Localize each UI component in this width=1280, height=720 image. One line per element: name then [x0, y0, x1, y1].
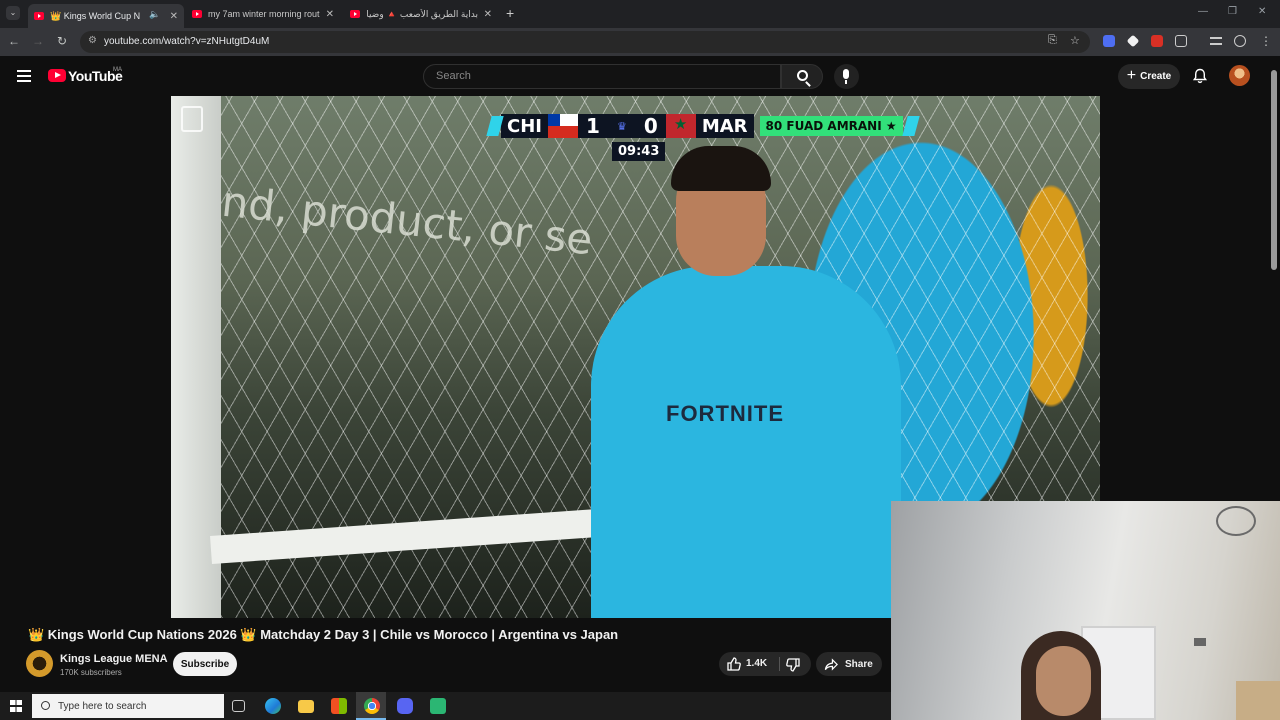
youtube-favicon-icon: [192, 10, 202, 18]
search-icon: [797, 70, 808, 81]
jersey-sponsor-text: FORTNITE: [666, 401, 784, 426]
close-tab-icon[interactable]: ✕: [484, 9, 492, 20]
create-label: Create: [1140, 71, 1172, 82]
search-button[interactable]: [781, 64, 823, 89]
wall-outlet: [1194, 638, 1206, 646]
reload-icon[interactable]: ↻: [54, 34, 70, 48]
restore-window-icon[interactable]: ❐: [1228, 6, 1237, 17]
new-tab-button[interactable]: +: [506, 5, 514, 21]
scoreboard: CHI 1 ♛ 0 MAR 80 FUAD AMRANI ★: [486, 114, 920, 138]
tab-morning-routine[interactable]: my 7am winter morning routin ✕: [186, 4, 340, 24]
account-avatar[interactable]: [1229, 65, 1250, 86]
tab-kings-world-cup[interactable]: 👑 Kings World Cup Natio 🔈 ✕: [28, 4, 184, 28]
home-team: CHI: [501, 114, 548, 138]
guide-menu-icon[interactable]: [17, 70, 31, 82]
edge-browser-icon[interactable]: [265, 698, 281, 714]
like-icon[interactable]: [726, 656, 742, 672]
chrome-browser-icon[interactable]: [364, 698, 380, 714]
morocco-flag-icon: [665, 114, 696, 138]
audio-playing-icon[interactable]: 🔈: [149, 9, 160, 20]
like-count[interactable]: 1.4K: [746, 658, 767, 669]
reading-list-icon[interactable]: [1210, 37, 1222, 45]
search-input[interactable]: [436, 70, 756, 82]
share-icon: [824, 657, 838, 671]
close-tab-icon[interactable]: ✕: [326, 9, 334, 20]
goal-event-banner: 80 FUAD AMRANI ★: [759, 116, 903, 136]
windows-start-icon[interactable]: [10, 700, 22, 712]
dislike-icon[interactable]: [785, 657, 801, 673]
subscribe-button[interactable]: Subscribe: [173, 652, 237, 676]
microsoft-store-icon[interactable]: [331, 698, 347, 714]
tab-title: my 7am winter morning routin: [208, 9, 320, 19]
voice-search-icon[interactable]: [834, 64, 859, 89]
extensions-puzzle-icon[interactable]: [1175, 35, 1187, 47]
discord-icon[interactable]: [397, 698, 413, 714]
away-score: 0: [635, 114, 666, 138]
subscriber-count: 170K subscribers: [60, 668, 122, 677]
search-icon: [41, 701, 50, 710]
like-divider: [779, 657, 780, 671]
extension-red-icon[interactable]: [1151, 35, 1163, 47]
youtube-masthead: YouTube MA + Create: [0, 56, 1280, 270]
match-clock: 09:43: [612, 142, 666, 161]
minimize-window-icon[interactable]: —: [1198, 6, 1208, 17]
streamer-face: [1036, 646, 1091, 716]
task-view-icon[interactable]: [232, 700, 245, 712]
tab-list-dropdown-icon[interactable]: ⌄: [6, 6, 20, 20]
tab-title: 👑 Kings World Cup Natio: [50, 10, 140, 21]
kings-league-watermark-icon: [181, 106, 203, 132]
goalkeeper-hair: [671, 146, 771, 191]
video-title: 👑 Kings World Cup Nations 2026 👑 Matchda…: [28, 627, 619, 642]
windows-taskbar: Type here to search: [0, 692, 891, 720]
back-icon[interactable]: ←: [6, 34, 22, 48]
url-text[interactable]: youtube.com/watch?v=zNHutgtD4uM: [104, 36, 269, 47]
search-box[interactable]: [423, 64, 781, 89]
youtube-logo-icon[interactable]: [48, 69, 66, 82]
extension-diamond-icon[interactable]: [1126, 34, 1140, 48]
extension-translate-icon[interactable]: [1103, 35, 1115, 47]
create-button[interactable]: + Create: [1118, 64, 1180, 89]
taskbar-search-box[interactable]: Type here to search: [32, 694, 224, 718]
chile-flag-icon: [547, 114, 578, 138]
share-button[interactable]: Share: [816, 652, 882, 676]
page-scrollbar[interactable]: [1271, 70, 1277, 270]
channel-name[interactable]: Kings League MENA: [60, 653, 168, 665]
like-dislike-group: 1.4K: [719, 652, 811, 676]
league-crest-icon: ♛: [607, 114, 636, 138]
channel-avatar[interactable]: [26, 650, 53, 677]
file-explorer-icon[interactable]: [298, 700, 314, 713]
youtube-favicon-icon: [34, 12, 44, 20]
close-window-icon[interactable]: ✕: [1258, 6, 1266, 17]
youtube-favicon-icon: [350, 10, 360, 18]
address-bar[interactable]: ⚙ youtube.com/watch?v=zNHutgtD4uM ⎘ ☆: [80, 31, 1090, 53]
webcam-overlay: [891, 501, 1280, 720]
bookmark-star-icon[interactable]: ☆: [1070, 34, 1080, 47]
goalkeeper-jersey: [591, 266, 901, 618]
tab-title: بداية الطريق الأصعب 🔺 وضيات: [366, 8, 478, 19]
browser-menu-icon[interactable]: ⋮: [1258, 34, 1274, 48]
green-app-icon[interactable]: [430, 698, 446, 714]
tab-arabic-video[interactable]: بداية الطريق الأصعب 🔺 وضيات ✕: [344, 4, 498, 24]
close-tab-icon[interactable]: ✕: [170, 11, 178, 22]
site-info-icon[interactable]: ⚙: [88, 35, 97, 46]
plus-icon: +: [1126, 66, 1137, 84]
install-app-icon[interactable]: ⎘: [1048, 34, 1057, 47]
browser-tab-strip: ⌄ 👑 Kings World Cup Natio 🔈 ✕ my 7am win…: [0, 0, 1280, 28]
profile-icon[interactable]: [1234, 35, 1246, 47]
away-team: MAR: [695, 114, 754, 138]
browser-toolbar: ← → ↻ ⚙ youtube.com/watch?v=zNHutgtD4uM …: [0, 28, 1280, 56]
share-label: Share: [845, 658, 873, 670]
wardrobe: [1236, 681, 1280, 720]
country-code: MA: [113, 67, 122, 73]
notifications-bell-icon[interactable]: [1192, 68, 1208, 84]
forward-icon[interactable]: →: [30, 34, 46, 48]
ceiling-lamp: [1216, 506, 1256, 536]
taskbar-search-placeholder: Type here to search: [58, 700, 147, 712]
home-score: 1: [577, 114, 608, 138]
